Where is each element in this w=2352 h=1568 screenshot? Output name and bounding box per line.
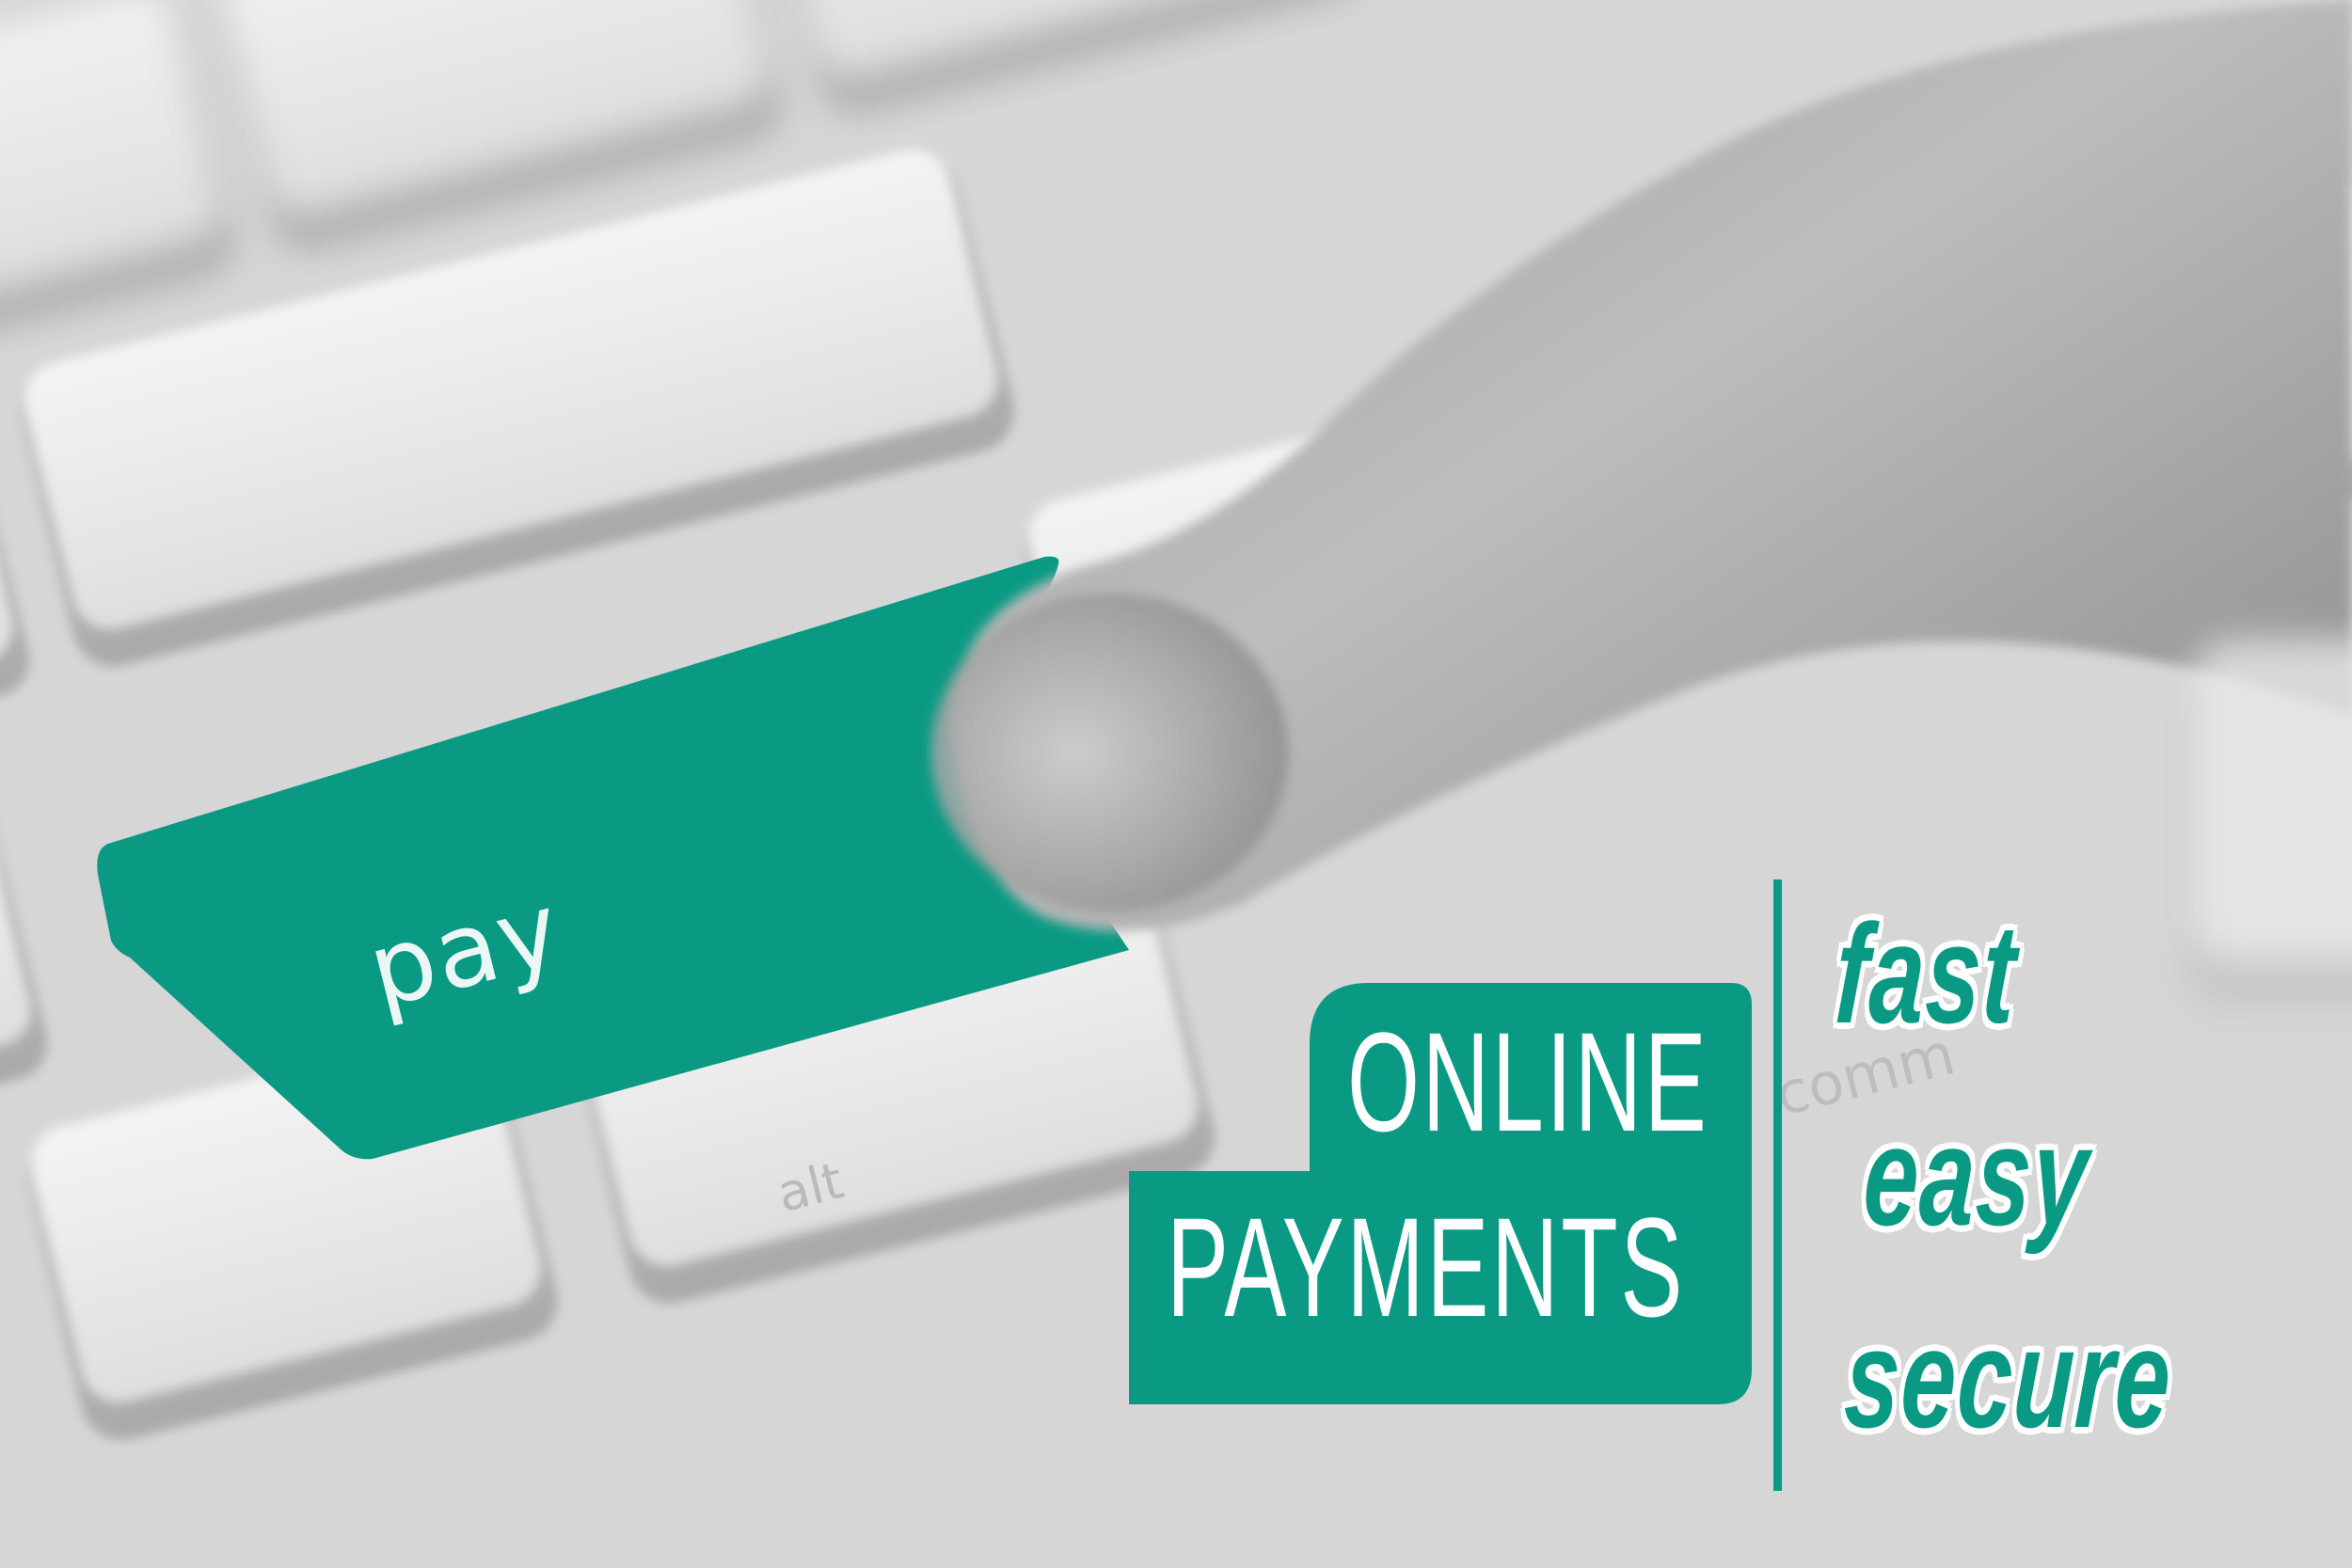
promo-banner: pay alt comm ONLINE PAYMENTS fast easy s… — [0, 0, 2352, 1568]
headline-line-2: PAYMENTS — [1167, 1188, 1686, 1346]
tagline-secure: secure — [1841, 1299, 2176, 1457]
tagline-easy: easy — [1860, 1097, 2093, 1255]
tagline-fast: fast — [1832, 895, 2021, 1053]
text-overlay: pay alt comm ONLINE PAYMENTS fast easy s… — [0, 0, 2352, 1568]
vertical-divider — [1773, 879, 1782, 1491]
headline-line-1: ONLINE — [1347, 1003, 1709, 1161]
